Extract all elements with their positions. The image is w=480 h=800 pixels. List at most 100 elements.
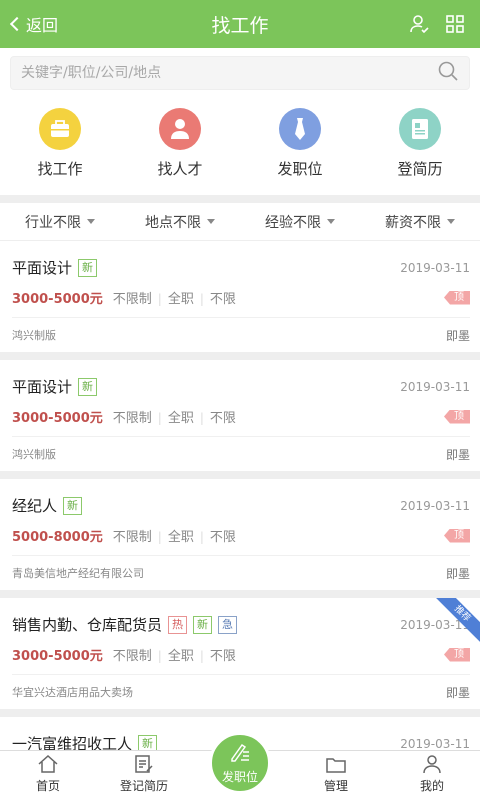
post-date: 2019-03-11 bbox=[400, 498, 470, 513]
tie-icon bbox=[279, 108, 321, 150]
post-date: 2019-03-11 bbox=[400, 379, 470, 394]
top-badge: 顶 bbox=[444, 647, 470, 662]
salary: 3000-5000元 bbox=[12, 292, 103, 307]
quick-nav: 找工作 找人才 发职位 登简历 bbox=[0, 96, 480, 195]
quicknav-label: 找人才 bbox=[157, 160, 203, 178]
filter-label: 地点不限 bbox=[145, 214, 201, 231]
person-icon bbox=[159, 108, 201, 150]
job-card[interactable]: 平面设计 新 2019-03-11 3000-5000元 不限制 | 全职 | 不限 顶… bbox=[0, 360, 480, 471]
salary: 3000-5000元 bbox=[12, 649, 103, 664]
bottom-tab-bar: 首页 登记简历 管理 我的 发职位 bbox=[0, 732, 480, 800]
search-bar bbox=[0, 48, 480, 96]
top-badge: 顶 bbox=[444, 528, 470, 543]
tab-label: 管理 bbox=[323, 779, 348, 793]
condition-education: 不限制 bbox=[112, 292, 152, 307]
resume-icon bbox=[399, 108, 441, 150]
condition-education: 不限制 bbox=[112, 411, 152, 426]
quicknav-post-job[interactable]: 发职位 bbox=[250, 108, 350, 179]
grid-icon[interactable] bbox=[444, 13, 466, 35]
condition-type: 全职 bbox=[167, 292, 194, 307]
home-icon bbox=[37, 752, 59, 774]
filter-experience[interactable]: 经验不限 bbox=[240, 212, 360, 232]
post-job-fab[interactable]: 发职位 bbox=[209, 732, 271, 794]
condition-experience: 不限 bbox=[209, 649, 236, 664]
job-city: 即墨 bbox=[445, 566, 470, 581]
new-tag: 新 bbox=[63, 496, 83, 515]
filter-salary[interactable]: 薪资不限 bbox=[360, 212, 480, 232]
quicknav-find-talent[interactable]: 找人才 bbox=[130, 108, 230, 179]
job-conditions: 不限制 | 全职 | 不限 bbox=[112, 649, 236, 664]
quicknav-find-job[interactable]: 找工作 bbox=[10, 108, 110, 179]
condition-education: 不限制 bbox=[112, 649, 152, 664]
folder-icon bbox=[325, 752, 347, 774]
salary: 5000-8000元 bbox=[12, 530, 103, 545]
condition-type: 全职 bbox=[167, 649, 194, 664]
filter-bar: 行业不限 地点不限 经验不限 薪资不限 bbox=[0, 203, 480, 241]
chevron-left-icon bbox=[9, 16, 25, 32]
post-date: 2019-03-11 bbox=[400, 736, 470, 751]
quicknav-label: 找工作 bbox=[37, 160, 83, 178]
condition-type: 全职 bbox=[167, 411, 194, 426]
quicknav-submit-resume[interactable]: 登简历 bbox=[370, 108, 470, 179]
condition-experience: 不限 bbox=[209, 411, 236, 426]
job-title: 经纪人 bbox=[12, 497, 58, 515]
job-conditions: 不限制 | 全职 | 不限 bbox=[112, 411, 236, 426]
tab-mine[interactable]: 我的 bbox=[384, 751, 480, 800]
job-title: 平面设计 bbox=[12, 378, 73, 396]
job-card[interactable]: 推荐 销售内勤、仓库配货员 热 新 急 2019-03-11 3000-5000… bbox=[0, 598, 480, 709]
filter-label: 行业不限 bbox=[25, 214, 81, 231]
briefcase-icon bbox=[39, 108, 81, 150]
pen-icon bbox=[229, 742, 251, 766]
edit-document-icon bbox=[134, 752, 154, 774]
new-tag: 新 bbox=[78, 377, 98, 396]
top-bar: 返回 找工作 bbox=[0, 0, 480, 48]
salary: 3000-5000元 bbox=[12, 411, 103, 426]
caret-down-icon bbox=[447, 219, 455, 224]
tab-label: 首页 bbox=[35, 779, 60, 793]
tab-home[interactable]: 首页 bbox=[0, 751, 96, 800]
job-title: 平面设计 bbox=[12, 259, 73, 277]
job-city: 即墨 bbox=[445, 447, 470, 462]
filter-location[interactable]: 地点不限 bbox=[120, 212, 240, 232]
post-date: 2019-03-11 bbox=[400, 260, 470, 275]
tab-register-resume[interactable]: 登记简历 bbox=[96, 751, 192, 800]
user-icon bbox=[422, 752, 442, 774]
search-icon[interactable] bbox=[437, 60, 459, 86]
hot-tag: 热 bbox=[168, 615, 188, 634]
company-name: 鸿兴制版 bbox=[12, 448, 56, 461]
job-city: 即墨 bbox=[445, 328, 470, 343]
condition-type: 全职 bbox=[167, 530, 194, 545]
new-tag: 新 bbox=[193, 615, 213, 634]
search-input[interactable] bbox=[21, 65, 437, 81]
job-conditions: 不限制 | 全职 | 不限 bbox=[112, 292, 236, 307]
caret-down-icon bbox=[87, 219, 95, 224]
company-name: 华宜兴达酒店用品大卖场 bbox=[12, 686, 133, 699]
fab-label: 发职位 bbox=[221, 769, 258, 784]
job-city: 即墨 bbox=[445, 685, 470, 700]
condition-experience: 不限 bbox=[209, 292, 236, 307]
job-card[interactable]: 经纪人 新 2019-03-11 5000-8000元 不限制 | 全职 | 不限 顶 … bbox=[0, 479, 480, 590]
condition-experience: 不限 bbox=[209, 530, 236, 545]
company-name: 青岛美信地产经纪有限公司 bbox=[12, 567, 144, 580]
filter-label: 经验不限 bbox=[265, 214, 321, 231]
tab-label: 我的 bbox=[419, 779, 444, 793]
top-badge: 顶 bbox=[444, 409, 470, 424]
urgent-tag: 急 bbox=[218, 615, 238, 634]
filter-industry[interactable]: 行业不限 bbox=[0, 212, 120, 232]
job-conditions: 不限制 | 全职 | 不限 bbox=[112, 530, 236, 545]
company-name: 鸿兴制版 bbox=[12, 329, 56, 342]
new-tag: 新 bbox=[78, 258, 98, 277]
job-title: 销售内勤、仓库配货员 bbox=[12, 616, 163, 634]
caret-down-icon bbox=[207, 219, 215, 224]
job-card[interactable]: 平面设计 新 2019-03-11 3000-5000元 不限制 | 全职 | 不限 顶… bbox=[0, 241, 480, 352]
back-label: 返回 bbox=[26, 16, 59, 35]
condition-education: 不限制 bbox=[112, 530, 152, 545]
back-button[interactable]: 返回 bbox=[0, 12, 58, 36]
filter-label: 薪资不限 bbox=[385, 214, 441, 231]
quicknav-label: 发职位 bbox=[277, 160, 323, 178]
job-list: 平面设计 新 2019-03-11 3000-5000元 不限制 | 全职 | 不限 顶… bbox=[0, 241, 480, 794]
caret-down-icon bbox=[327, 219, 335, 224]
user-icon[interactable] bbox=[408, 13, 430, 35]
tab-manage[interactable]: 管理 bbox=[288, 751, 384, 800]
tab-label: 登记简历 bbox=[119, 779, 168, 793]
